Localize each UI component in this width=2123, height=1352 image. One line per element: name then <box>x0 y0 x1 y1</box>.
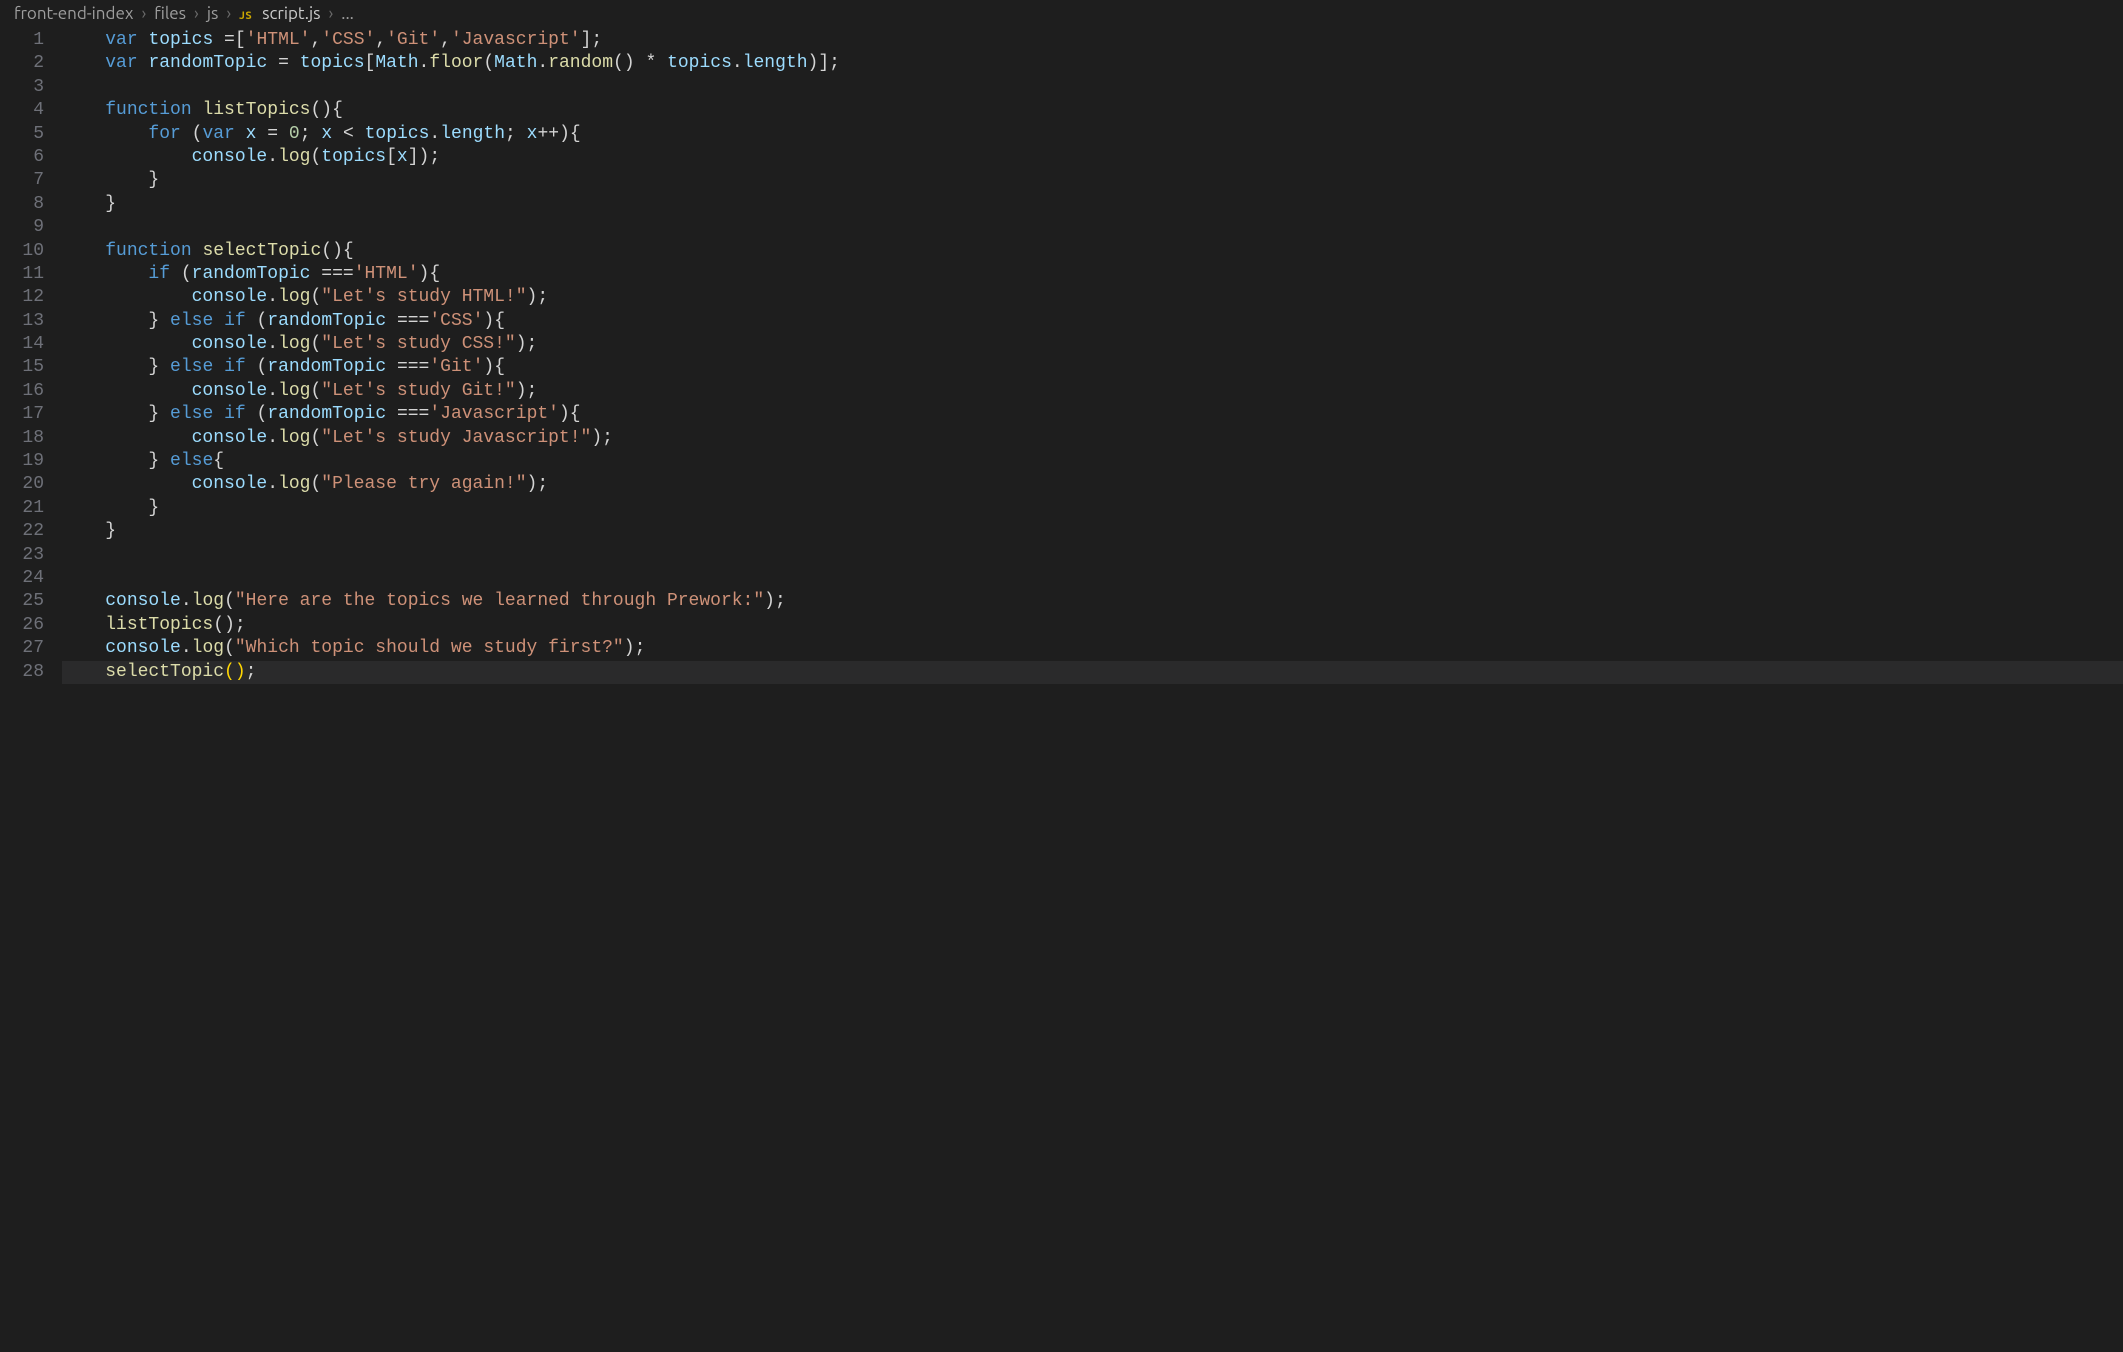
line-number: 5 <box>0 123 44 146</box>
code-line[interactable]: } <box>62 520 2123 543</box>
line-number: 7 <box>0 169 44 192</box>
line-number: 11 <box>0 263 44 286</box>
code-editor[interactable]: 1234567891011121314151617181920212223242… <box>0 29 2123 1351</box>
code-line[interactable]: console.log("Which topic should we study… <box>62 637 2123 660</box>
code-line[interactable]: function listTopics(){ <box>62 99 2123 122</box>
code-line[interactable]: } <box>62 193 2123 216</box>
line-number: 3 <box>0 76 44 99</box>
line-number-gutter: 1234567891011121314151617181920212223242… <box>0 29 62 1351</box>
chevron-right-icon: › <box>328 4 333 23</box>
code-line[interactable]: } <box>62 497 2123 520</box>
code-line[interactable]: for (var x = 0; x < topics.length; x++){ <box>62 123 2123 146</box>
line-number: 13 <box>0 310 44 333</box>
chevron-right-icon: › <box>194 4 199 23</box>
code-line[interactable]: console.log("Let's study CSS!"); <box>62 333 2123 356</box>
code-line[interactable]: listTopics(); <box>62 614 2123 637</box>
breadcrumb-seg-js[interactable]: js <box>207 4 219 23</box>
line-number: 22 <box>0 520 44 543</box>
js-file-icon: JS <box>239 4 254 23</box>
code-line[interactable]: } <box>62 169 2123 192</box>
breadcrumb: front-end-index › files › js › JS script… <box>0 0 2123 29</box>
code-line[interactable]: if (randomTopic ==='HTML'){ <box>62 263 2123 286</box>
line-number: 25 <box>0 590 44 613</box>
line-number: 9 <box>0 216 44 239</box>
code-line[interactable]: var topics =['HTML','CSS','Git','Javascr… <box>62 29 2123 52</box>
code-line[interactable]: console.log("Please try again!"); <box>62 473 2123 496</box>
line-number: 4 <box>0 99 44 122</box>
code-line[interactable]: } else if (randomTopic ==='Javascript'){ <box>62 403 2123 426</box>
breadcrumb-tail[interactable]: ... <box>341 4 354 23</box>
line-number: 16 <box>0 380 44 403</box>
code-line[interactable]: console.log("Here are the topics we lear… <box>62 590 2123 613</box>
code-line[interactable]: console.log("Let's study Javascript!"); <box>62 427 2123 450</box>
line-number: 26 <box>0 614 44 637</box>
breadcrumb-seg-files[interactable]: files <box>154 4 186 23</box>
chevron-right-icon: › <box>141 4 146 23</box>
code-line[interactable]: console.log("Let's study Git!"); <box>62 380 2123 403</box>
line-number: 23 <box>0 544 44 567</box>
line-number: 20 <box>0 473 44 496</box>
line-number: 17 <box>0 403 44 426</box>
code-line[interactable] <box>62 216 2123 239</box>
code-line[interactable]: } else{ <box>62 450 2123 473</box>
code-line[interactable]: function selectTopic(){ <box>62 240 2123 263</box>
chevron-right-icon: › <box>226 4 231 23</box>
line-number: 28 <box>0 661 44 684</box>
code-line[interactable]: console.log(topics[x]); <box>62 146 2123 169</box>
code-area[interactable]: var topics =['HTML','CSS','Git','Javascr… <box>62 29 2123 1351</box>
code-line[interactable] <box>62 544 2123 567</box>
line-number: 8 <box>0 193 44 216</box>
line-number: 14 <box>0 333 44 356</box>
code-line[interactable]: console.log("Let's study HTML!"); <box>62 286 2123 309</box>
breadcrumb-seg-root[interactable]: front-end-index <box>14 4 133 23</box>
line-number: 19 <box>0 450 44 473</box>
line-number: 24 <box>0 567 44 590</box>
code-line[interactable] <box>62 76 2123 99</box>
line-number: 21 <box>0 497 44 520</box>
code-line[interactable]: } else if (randomTopic ==='CSS'){ <box>62 310 2123 333</box>
code-line[interactable]: selectTopic(); <box>62 661 2123 684</box>
line-number: 12 <box>0 286 44 309</box>
line-number: 27 <box>0 637 44 660</box>
line-number: 10 <box>0 240 44 263</box>
code-line[interactable]: var randomTopic = topics[Math.floor(Math… <box>62 52 2123 75</box>
code-line[interactable]: } else if (randomTopic ==='Git'){ <box>62 356 2123 379</box>
line-number: 6 <box>0 146 44 169</box>
line-number: 2 <box>0 52 44 75</box>
code-line[interactable] <box>62 567 2123 590</box>
breadcrumb-file[interactable]: script.js <box>262 4 320 23</box>
line-number: 15 <box>0 356 44 379</box>
line-number: 1 <box>0 29 44 52</box>
line-number: 18 <box>0 427 44 450</box>
